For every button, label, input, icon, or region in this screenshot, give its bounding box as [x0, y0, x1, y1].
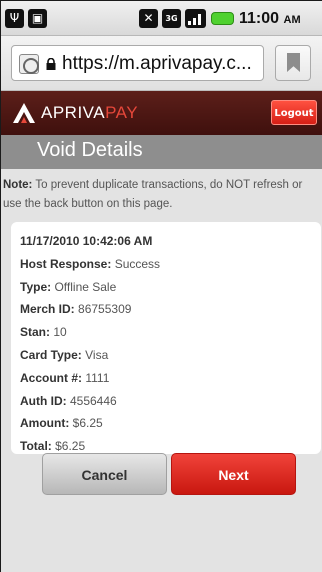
- status-bar: Ψ ▣ ✕ 3G 11:00 AM: [1, 1, 322, 36]
- detail-row-account: Account #: 1111: [20, 367, 321, 390]
- detail-label: Stan:: [20, 325, 50, 340]
- detail-label: Account #:: [20, 370, 83, 385]
- detail-row-host-response: Host Response: Success: [20, 253, 321, 276]
- detail-row-card-type: Card Type: Visa: [20, 344, 321, 367]
- page-title: Void Details: [37, 139, 143, 161]
- detail-label: Type:: [20, 279, 52, 294]
- detail-value: 1111: [82, 370, 110, 385]
- content-area: 11/17/2010 10:42:06 AM Host Response: Su…: [1, 213, 322, 572]
- 3g-icon: 3G: [162, 9, 181, 28]
- brand-name-b: PAY: [105, 103, 139, 122]
- page-title-bar: Void Details: [1, 135, 322, 169]
- lock-icon: [46, 58, 56, 70]
- detail-value: Success: [111, 256, 161, 271]
- transaction-datetime: 11/17/2010 10:42:06 AM: [20, 234, 153, 248]
- clock-time: 11:00: [239, 10, 280, 27]
- notice: Note: To prevent duplicate transactions,…: [1, 169, 322, 213]
- detail-label: Amount:: [20, 416, 70, 431]
- note-label: Note:: [3, 179, 33, 191]
- detail-label: Total:: [20, 439, 52, 454]
- detail-value: 10: [50, 325, 67, 340]
- apriva-logo-icon: [13, 103, 35, 123]
- detail-label: Auth ID:: [20, 393, 67, 408]
- battery-icon: [211, 12, 234, 25]
- browser-url-bar: https://m.aprivapay.c...: [1, 36, 322, 91]
- detail-value: Offline Sale: [51, 279, 117, 294]
- sd-card-icon: ▣: [28, 9, 47, 28]
- detail-row-stan: Stan: 10: [20, 321, 321, 344]
- site-icon[interactable]: [19, 54, 39, 74]
- bookmark-button[interactable]: [275, 45, 311, 81]
- detail-row-merch-id: Merch ID: 86755309: [20, 298, 321, 321]
- detail-label: Host Response:: [20, 256, 112, 271]
- detail-value: $6.25: [51, 439, 86, 454]
- details-card: 11/17/2010 10:42:06 AM Host Response: Su…: [11, 222, 321, 454]
- clock-ampm: AM: [283, 14, 301, 26]
- brand-name-a: APRIVA: [41, 103, 106, 122]
- cancel-button[interactable]: Cancel: [42, 453, 167, 495]
- url-field[interactable]: https://m.aprivapay.c...: [11, 45, 264, 81]
- detail-value: $6.25: [69, 416, 103, 431]
- detail-row-amount: Amount: $6.25: [20, 412, 321, 435]
- detail-label: Card Type:: [20, 347, 82, 362]
- phone-frame: Ψ ▣ ✕ 3G 11:00 AM https://m.aprivapay.c.…: [0, 0, 322, 572]
- signal-icon: [185, 9, 206, 28]
- detail-row-auth-id: Auth ID: 4556446: [20, 390, 321, 413]
- logout-button[interactable]: Logout: [271, 100, 317, 125]
- url-text[interactable]: https://m.aprivapay.c...: [62, 53, 252, 75]
- mute-icon: ✕: [139, 9, 158, 28]
- detail-value: 86755309: [74, 302, 132, 317]
- detail-value: 4556446: [66, 393, 117, 408]
- brand-header: APRIVAPAY Logout: [1, 91, 322, 135]
- brand-name: APRIVAPAY: [41, 103, 138, 123]
- usb-icon: Ψ: [5, 9, 24, 28]
- detail-row-type: Type: Offline Sale: [20, 276, 321, 299]
- detail-value: Visa: [81, 347, 109, 362]
- note-text: To prevent duplicate transactions, do NO…: [3, 179, 303, 210]
- next-button[interactable]: Next: [171, 453, 296, 495]
- status-clock: 11:00 AM: [239, 10, 301, 28]
- detail-label: Merch ID:: [20, 302, 75, 317]
